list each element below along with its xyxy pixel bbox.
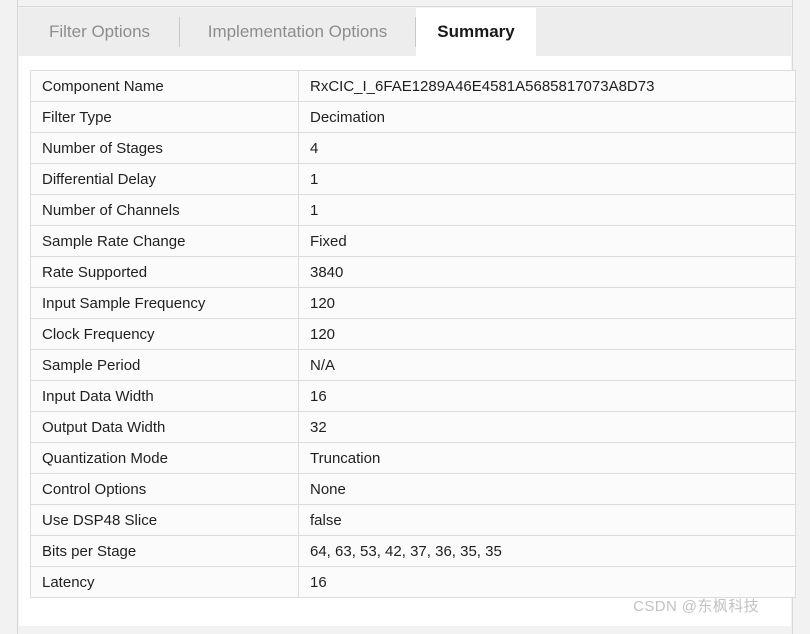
row-label: Number of Channels xyxy=(30,194,299,226)
tab-implementation-options-label: Implementation Options xyxy=(207,22,388,41)
row-label: Rate Supported xyxy=(30,256,299,288)
row-value: 120 xyxy=(298,287,796,319)
row-label: Output Data Width xyxy=(30,411,299,443)
row-label: Filter Type xyxy=(30,101,299,133)
window-left-edge xyxy=(0,0,18,634)
row-value: 1 xyxy=(298,163,796,195)
watermark-text: CSDN @东枫科技 xyxy=(633,598,759,615)
table-row: Differential Delay 1 xyxy=(30,163,796,195)
row-value: 1 xyxy=(298,194,796,226)
row-value: Truncation xyxy=(298,442,796,474)
table-row: Output Data Width 32 xyxy=(30,411,796,443)
row-value: 16 xyxy=(298,566,796,598)
row-label: Quantization Mode xyxy=(30,442,299,474)
table-row: Clock Frequency 120 xyxy=(30,318,796,350)
row-label: Sample Period xyxy=(30,349,299,381)
row-value: 4 xyxy=(298,132,796,164)
row-value: None xyxy=(298,473,796,505)
row-label: Input Data Width xyxy=(30,380,299,412)
row-label: Control Options xyxy=(30,473,299,505)
row-value: 3840 xyxy=(298,256,796,288)
row-label: Number of Stages xyxy=(30,132,299,164)
table-row: Number of Channels 1 xyxy=(30,194,796,226)
table-row: Control Options None xyxy=(30,473,796,505)
row-value: 16 xyxy=(298,380,796,412)
table-row: Bits per Stage 64, 63, 53, 42, 37, 36, 3… xyxy=(30,535,796,567)
row-value: Fixed xyxy=(298,225,796,257)
row-label: Bits per Stage xyxy=(30,535,299,567)
row-value: N/A xyxy=(298,349,796,381)
table-row: Number of Stages 4 xyxy=(30,132,796,164)
row-label: Use DSP48 Slice xyxy=(30,504,299,536)
table-row: Quantization Mode Truncation xyxy=(30,442,796,474)
tab-implementation-options[interactable]: Implementation Options xyxy=(180,8,415,56)
table-row: Rate Supported 3840 xyxy=(30,256,796,288)
row-label: Sample Rate Change xyxy=(30,225,299,257)
row-value: Decimation xyxy=(298,101,796,133)
row-value: false xyxy=(298,504,796,536)
ip-core-configuration-window: Filter Options Implementation Options Su… xyxy=(0,0,810,634)
table-row: Latency 16 xyxy=(30,566,796,598)
table-row: Input Sample Frequency 120 xyxy=(30,287,796,319)
row-label: Latency xyxy=(30,566,299,598)
row-label: Differential Delay xyxy=(30,163,299,195)
summary-table: Component Name RxCIC_I_6FAE1289A46E4581A… xyxy=(30,70,796,598)
tab-bar: Filter Options Implementation Options Su… xyxy=(19,8,791,56)
row-value: RxCIC_I_6FAE1289A46E4581A5685817073A8D73 xyxy=(298,70,796,102)
table-row: Input Data Width 16 xyxy=(30,380,796,412)
tab-summary[interactable]: Summary xyxy=(416,8,536,56)
table-row: Use DSP48 Slice false xyxy=(30,504,796,536)
summary-panel: Component Name RxCIC_I_6FAE1289A46E4581A… xyxy=(19,56,796,626)
table-row: Component Name RxCIC_I_6FAE1289A46E4581A… xyxy=(30,70,796,102)
row-value: 32 xyxy=(298,411,796,443)
row-value: 120 xyxy=(298,318,796,350)
table-row: Sample Period N/A xyxy=(30,349,796,381)
table-row: Sample Rate Change Fixed xyxy=(30,225,796,257)
window-top-edge xyxy=(0,0,810,7)
row-value: 64, 63, 53, 42, 37, 36, 35, 35 xyxy=(298,535,796,567)
table-row: Filter Type Decimation xyxy=(30,101,796,133)
tab-summary-label: Summary xyxy=(437,22,515,41)
tab-filter-options-label: Filter Options xyxy=(48,22,151,41)
summary-table-body: Component Name RxCIC_I_6FAE1289A46E4581A… xyxy=(30,70,796,598)
row-label: Clock Frequency xyxy=(30,318,299,350)
row-label: Input Sample Frequency xyxy=(30,287,299,319)
row-label: Component Name xyxy=(30,70,299,102)
tab-filter-options[interactable]: Filter Options xyxy=(20,8,179,56)
